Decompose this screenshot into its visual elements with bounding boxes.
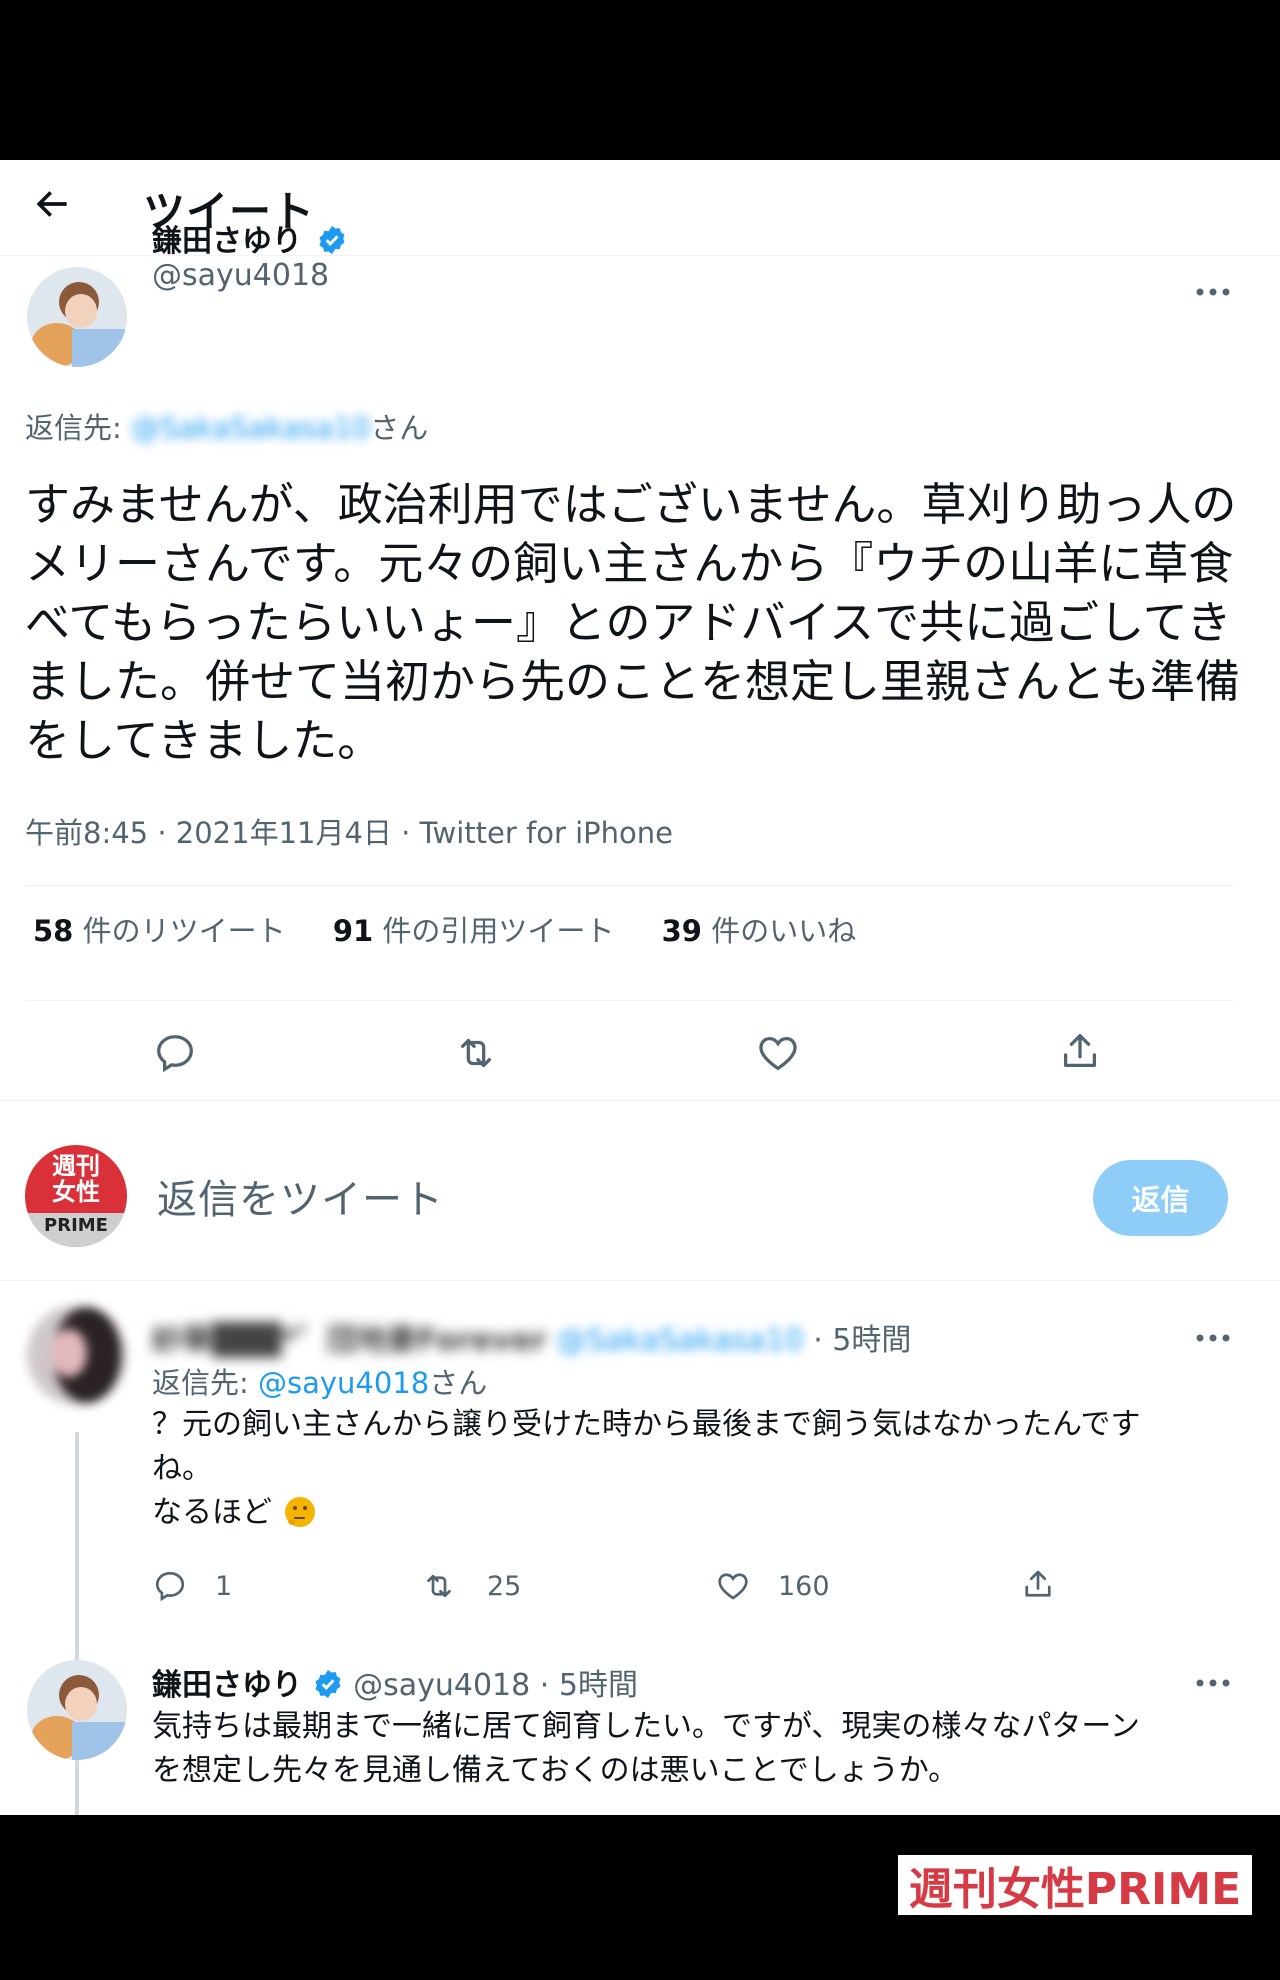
verified-badge-icon bbox=[319, 226, 345, 254]
share-icon[interactable] bbox=[1020, 1566, 1056, 1602]
reply2-time[interactable]: · 5時間 bbox=[540, 1668, 638, 1703]
divider bbox=[25, 885, 1233, 886]
author-handle[interactable]: @sayu4018 bbox=[152, 258, 329, 293]
reply1-author-name[interactable]: 紗華███*゜団地妻Forever bbox=[152, 1323, 547, 1358]
verified-badge-icon bbox=[315, 1670, 341, 1698]
tweet-text: すみませんが、政治利用ではございません。草刈り助っ人のメリーさんです。元々の飼い… bbox=[25, 478, 1241, 767]
likes-stat[interactable]: 39 件のいいね bbox=[662, 914, 857, 948]
reply1-text: ？元の飼い主さんから譲り受けた時から最後まで飼う気はなかったんです ね。 なるほ… bbox=[152, 1407, 1141, 1530]
reply2-text: 気持ちは最期まで一緒に居て飼育したい。ですが、現実の様々なパターン を想定し先々… bbox=[152, 1709, 1140, 1788]
tweet-screen: ツイート 鎌田さゆり @sayu4018 返信先: @SakaSakasa10さ… bbox=[0, 160, 1280, 1815]
reply-to-handle[interactable]: @SakaSakasa10 bbox=[131, 411, 370, 445]
watermark-logo: 週刊女性PRIME bbox=[898, 1855, 1252, 1915]
avatar[interactable] bbox=[27, 267, 127, 367]
reply1-reply-to: 返信先: @sayu4018さん bbox=[152, 1366, 488, 1400]
thinking-face-emoji-icon bbox=[284, 1497, 315, 1527]
reply1-reply-to-handle[interactable]: @sayu4018 bbox=[258, 1366, 429, 1400]
retweets-stat[interactable]: 58 件のリツイート bbox=[33, 914, 286, 948]
reply-to-line: 返信先: @SakaSakasa10さん bbox=[25, 411, 429, 445]
divider bbox=[0, 1100, 1280, 1101]
tweet-meta: 午前8:45 · 2021年11月4日 · Twitter for iPhone bbox=[25, 816, 673, 850]
reply-input[interactable]: 返信をツイート bbox=[157, 1167, 444, 1225]
avatar[interactable] bbox=[27, 1305, 127, 1405]
more-options-icon[interactable] bbox=[1195, 1333, 1231, 1343]
compose-avatar: 週刊 女性 PRIME bbox=[25, 1145, 127, 1247]
tweet-stats: 58 件のリツイート 91 件の引用ツイート 39 件のいいね bbox=[33, 908, 894, 950]
quotes-stat[interactable]: 91 件の引用ツイート bbox=[333, 914, 615, 948]
thread-line bbox=[75, 1780, 79, 1815]
author-name[interactable]: 鎌田さゆり bbox=[152, 216, 348, 260]
more-options-icon[interactable] bbox=[1195, 287, 1231, 297]
retweet-icon[interactable] bbox=[452, 1030, 500, 1076]
like-heart-icon[interactable] bbox=[715, 1568, 751, 1604]
reply2-author-name[interactable]: 鎌田さゆり bbox=[152, 1668, 302, 1703]
back-arrow-icon[interactable] bbox=[30, 182, 74, 226]
reply1-like-count: 160 bbox=[778, 1571, 830, 1602]
divider bbox=[25, 1000, 1233, 1001]
more-options-icon[interactable] bbox=[1195, 1678, 1231, 1688]
share-icon[interactable] bbox=[1057, 1028, 1103, 1074]
reply2-header: 鎌田さゆり @sayu4018 · 5時間 bbox=[152, 1660, 638, 1704]
reply-icon[interactable] bbox=[152, 1030, 198, 1076]
retweet-icon[interactable] bbox=[420, 1568, 458, 1604]
reply2-author-handle[interactable]: @sayu4018 bbox=[353, 1668, 530, 1703]
like-heart-icon[interactable] bbox=[755, 1030, 801, 1076]
reply1-reply-count: 1 bbox=[215, 1571, 233, 1602]
avatar[interactable] bbox=[27, 1660, 127, 1760]
reply-button[interactable]: 返信 bbox=[1093, 1160, 1228, 1236]
reply1-retweet-count: 25 bbox=[487, 1571, 522, 1602]
reply1-time[interactable]: · 5時間 bbox=[813, 1323, 911, 1358]
reply1-header: 紗華███*゜団地妻Forever @SakaSakasa10 · 5時間 bbox=[152, 1315, 911, 1359]
reply-icon[interactable] bbox=[152, 1568, 188, 1604]
reply1-author-handle[interactable]: @SakaSakasa10 bbox=[556, 1323, 804, 1358]
divider bbox=[0, 1280, 1280, 1281]
